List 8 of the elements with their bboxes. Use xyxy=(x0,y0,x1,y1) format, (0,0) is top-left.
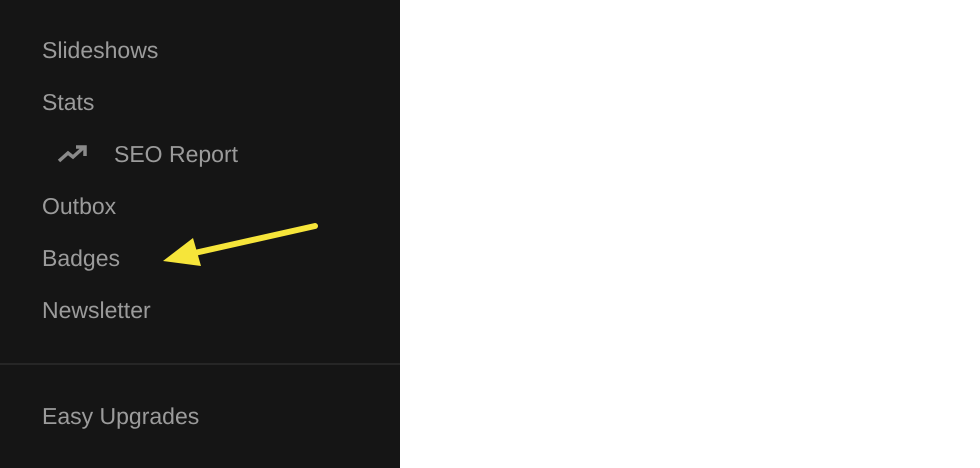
sidebar-item[interactable]: Badges xyxy=(42,244,120,272)
sidebar-item[interactable]: Outbox xyxy=(42,192,116,220)
sidebar-item[interactable]: SEO Report xyxy=(114,140,238,168)
sidebar-item[interactable]: Newsletter xyxy=(42,296,151,324)
sidebar-item[interactable]: Stats xyxy=(42,88,94,116)
sidebar-item[interactable]: Easy Upgrades xyxy=(42,402,200,430)
trend-up-icon xyxy=(57,144,89,164)
sidebar-item[interactable]: Slideshows xyxy=(42,36,158,64)
